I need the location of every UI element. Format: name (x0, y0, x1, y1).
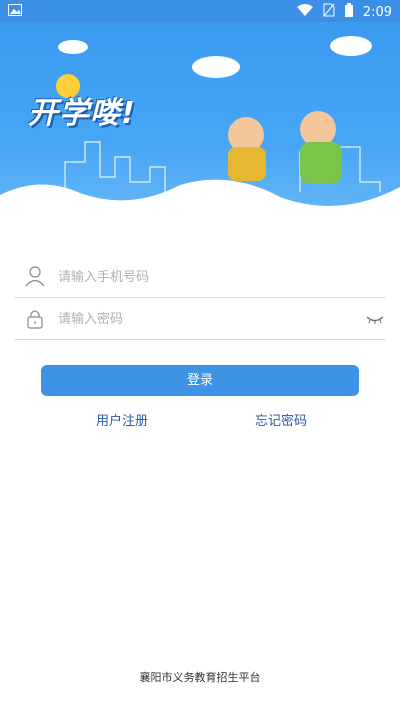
children-illustration (228, 111, 342, 184)
wifi-icon (296, 4, 313, 20)
register-link[interactable]: 用户注册 (96, 410, 148, 429)
user-icon (24, 265, 46, 287)
image-notification-icon (8, 4, 22, 20)
hero-banner: 开学喽! (0, 22, 400, 225)
lock-icon (24, 307, 46, 329)
status-bar: 2:09 (0, 0, 400, 22)
hero-headline: 开学喽! (28, 96, 136, 131)
password-row (14, 298, 386, 340)
phone-input[interactable] (56, 256, 360, 298)
footer-text: 襄阳市义务教育招生平台 (139, 671, 261, 684)
eye-closed-icon[interactable] (366, 311, 384, 325)
login-button[interactable]: 登录 (41, 365, 359, 396)
forgot-password-link[interactable]: 忘记密码 (255, 410, 307, 429)
wave-divider (0, 179, 400, 225)
battery-icon (344, 3, 353, 21)
status-time: 2:09 (362, 4, 392, 20)
password-input[interactable] (56, 298, 360, 340)
login-form (14, 256, 386, 340)
phone-row (14, 256, 386, 298)
no-sim-icon (323, 3, 335, 21)
